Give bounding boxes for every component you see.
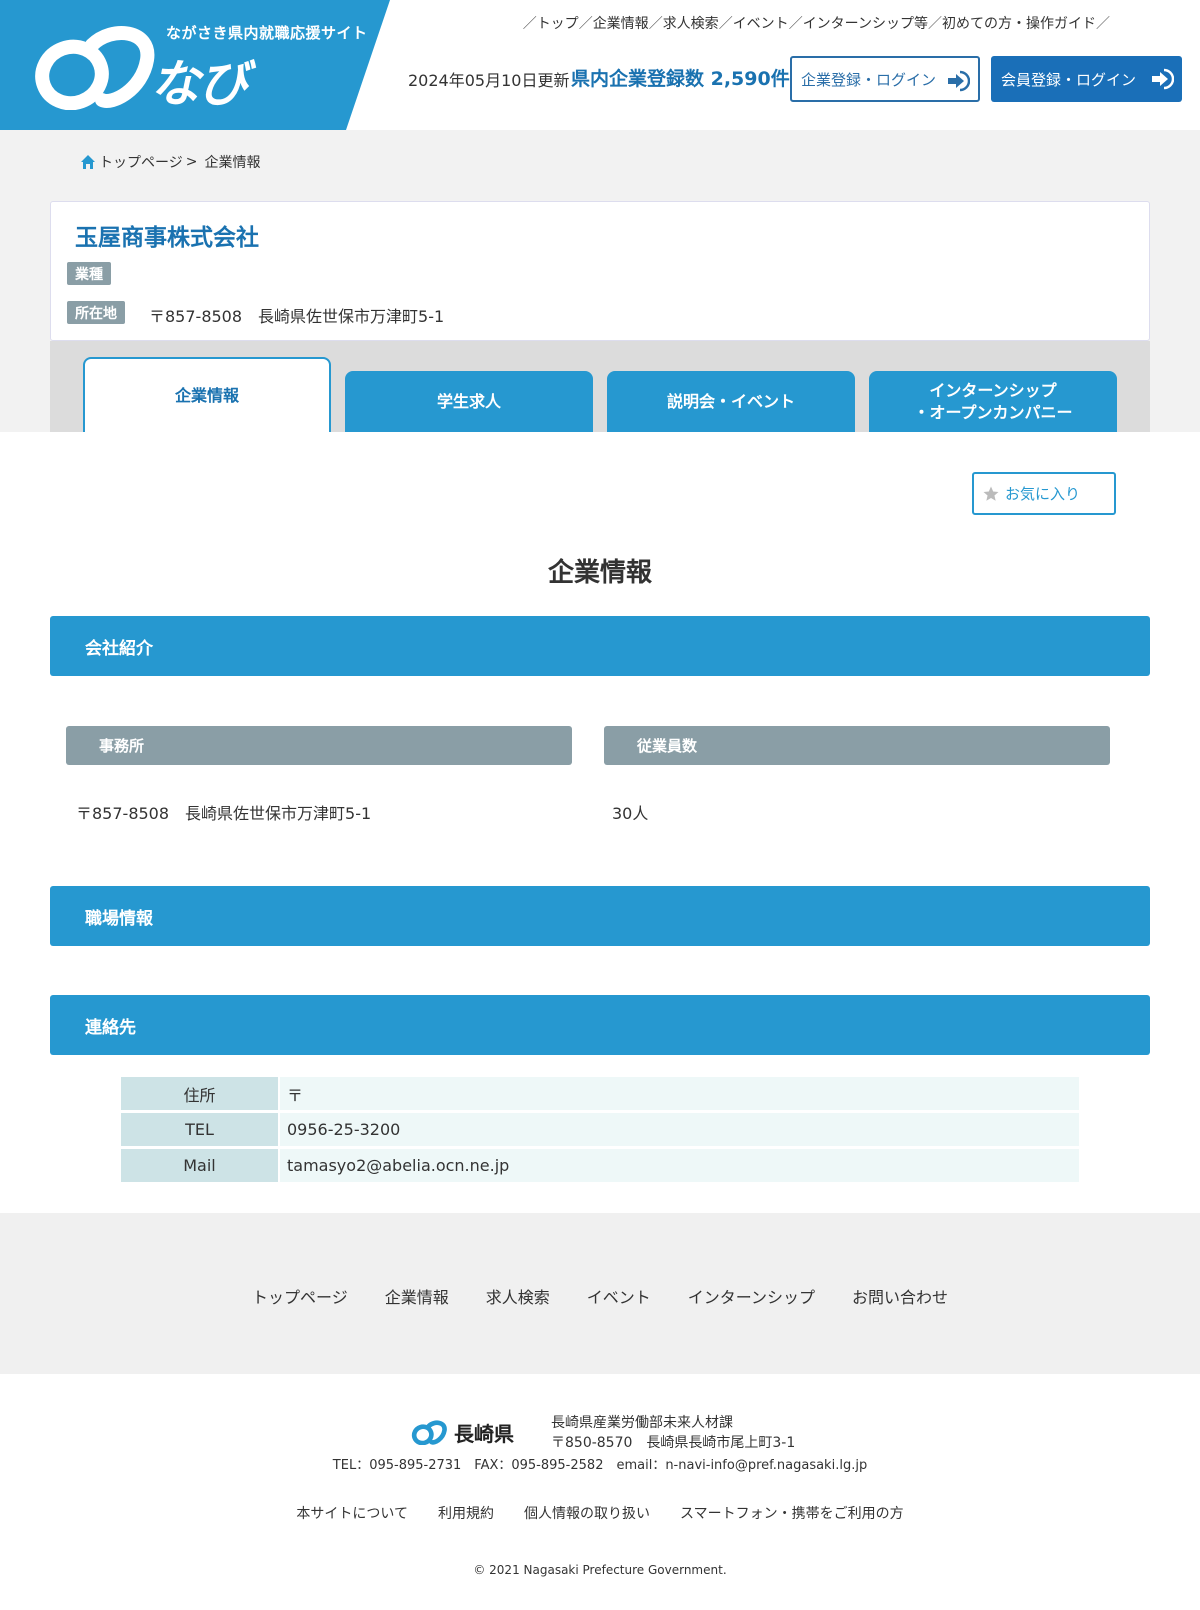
login-arrow-icon — [1152, 68, 1174, 90]
section-contact[interactable]: 連絡先 — [50, 995, 1150, 1055]
logo-text: なび — [150, 55, 248, 113]
company-name: 玉屋商事株式会社 — [75, 225, 259, 251]
corp-login-button[interactable]: 企業登録・ログイン — [790, 56, 980, 102]
prefecture-name: 長崎県 — [454, 1421, 514, 1446]
tab-company-info[interactable]: 企業情報 — [83, 357, 331, 432]
site-tagline: ながさき県内就職応援サイト — [166, 24, 368, 42]
tab-student-jobs[interactable]: 学生求人 — [345, 371, 593, 432]
department-info: 長崎県産業労働部未来人材課 〒850-8570 長崎県長崎市尾上町3-1 — [551, 1413, 795, 1453]
company-summary-card: 玉屋商事株式会社 業種 所在地 〒857-8508 長崎県佐世保市万津町5-1 — [50, 201, 1150, 341]
copyright: © 2021 Nagasaki Prefecture Government. — [473, 1563, 727, 1577]
login-arrow-icon — [948, 70, 970, 92]
tab-bar: 企業情報 学生求人 説明会・イベント インターンシップ ・オープンカンパニー — [50, 341, 1150, 432]
footer-links: 本サイトについて 利用規約 個人情報の取り扱い スマートフォン・携帯をご利用の方 — [0, 1503, 1200, 1523]
footer-contact: TEL：095-895-2731 FAX：095-895-2582 email：… — [332, 1458, 868, 1473]
nav-top[interactable]: トップ — [537, 13, 579, 33]
updated-date: 2024年05月10日更新 — [408, 71, 570, 90]
contact-key: Mail — [121, 1149, 278, 1182]
industry-tag: 業種 — [67, 262, 111, 285]
section-company-intro[interactable]: 会社紹介 — [50, 616, 1150, 676]
footer-link-event[interactable]: イベント — [587, 1284, 651, 1308]
favorite-button[interactable]: お気に入り — [972, 472, 1116, 515]
footer-link-top[interactable]: トップページ — [252, 1284, 348, 1308]
breadcrumb: トップページ > 企業情報 — [80, 152, 260, 172]
member-login-button[interactable]: 会員登録・ログイン — [991, 56, 1182, 102]
contact-table: 住所 〒 TEL 0956-25-3200 Mail tamasyo2@abel… — [121, 1074, 1079, 1185]
nav-company[interactable]: 企業情報 — [593, 13, 649, 33]
location-tag: 所在地 — [67, 301, 125, 324]
footer-link-internship[interactable]: インターンシップ — [688, 1284, 815, 1308]
table-row: 住所 〒 — [121, 1077, 1079, 1110]
site-header: ながさき県内就職応援サイト なび ／ トップ ／ 企業情報 ／ 求人検索 ／ イ… — [0, 0, 1200, 130]
footer-link-contact[interactable]: お問い合わせ — [852, 1284, 948, 1308]
nav-internship[interactable]: インターンシップ等 — [803, 13, 928, 33]
top-navigation: ／ トップ ／ 企業情報 ／ 求人検索 ／ イベント ／ インターンシップ等 ／… — [523, 13, 1110, 33]
breadcrumb-current: 企業情報 — [204, 155, 261, 171]
section-workplace[interactable]: 職場情報 — [50, 886, 1150, 946]
n-logo-icon — [411, 1420, 447, 1445]
member-login-label: 会員登録・ログイン — [1001, 70, 1137, 89]
n-logo-icon[interactable] — [32, 20, 162, 110]
office-value: 〒857-8508 長崎県佐世保市万津町5-1 — [76, 804, 372, 823]
nav-job-search[interactable]: 求人検索 — [663, 13, 719, 33]
favorite-label: お気に入り — [1005, 485, 1081, 503]
footer-link-job-search[interactable]: 求人検索 — [486, 1284, 550, 1308]
contact-value: 0956-25-3200 — [278, 1113, 1079, 1146]
breadcrumb-separator: > — [185, 154, 198, 170]
footer-navigation: トップページ 企業情報 求人検索 イベント インターンシップ お問い合わせ — [0, 1284, 1200, 1308]
star-icon — [983, 486, 999, 501]
tab-events[interactable]: 説明会・イベント — [607, 371, 855, 432]
employees-value: 30人 — [612, 804, 649, 823]
table-row: Mail tamasyo2@abelia.ocn.ne.jp — [121, 1149, 1079, 1182]
footer-link-terms[interactable]: 利用規約 — [438, 1503, 494, 1523]
contact-key: TEL — [121, 1113, 278, 1146]
department-name: 長崎県産業労働部未来人材課 — [551, 1415, 733, 1431]
footer-link-privacy[interactable]: 個人情報の取り扱い — [524, 1503, 650, 1523]
registered-count: 県内企業登録数 2,590件 — [571, 68, 790, 90]
nav-event[interactable]: イベント — [733, 13, 789, 33]
page-title: 企業情報 — [547, 558, 652, 588]
footer-link-company[interactable]: 企業情報 — [385, 1284, 449, 1308]
prefecture-logo: 長崎県 — [410, 1417, 526, 1447]
home-icon[interactable] — [80, 154, 96, 170]
contact-value: 〒 — [278, 1077, 1079, 1110]
tab-internship[interactable]: インターンシップ ・オープンカンパニー — [869, 371, 1117, 432]
table-row: TEL 0956-25-3200 — [121, 1113, 1079, 1146]
nav-guide[interactable]: 初めての方・操作ガイド — [942, 13, 1096, 33]
corp-login-label: 企業登録・ログイン — [801, 70, 937, 89]
department-address: 〒850-8570 長崎県長崎市尾上町3-1 — [551, 1435, 796, 1451]
contact-value[interactable]: tamasyo2@abelia.ocn.ne.jp — [278, 1149, 1079, 1182]
breadcrumb-home[interactable]: トップページ — [99, 152, 183, 172]
company-address: 〒857-8508 長崎県佐世保市万津町5-1 — [149, 307, 445, 326]
employees-heading: 従業員数 — [604, 726, 1110, 765]
office-heading: 事務所 — [66, 726, 572, 765]
footer-link-about[interactable]: 本サイトについて — [296, 1503, 408, 1523]
footer-link-mobile[interactable]: スマートフォン・携帯をご利用の方 — [680, 1503, 904, 1523]
contact-key: 住所 — [121, 1077, 278, 1110]
